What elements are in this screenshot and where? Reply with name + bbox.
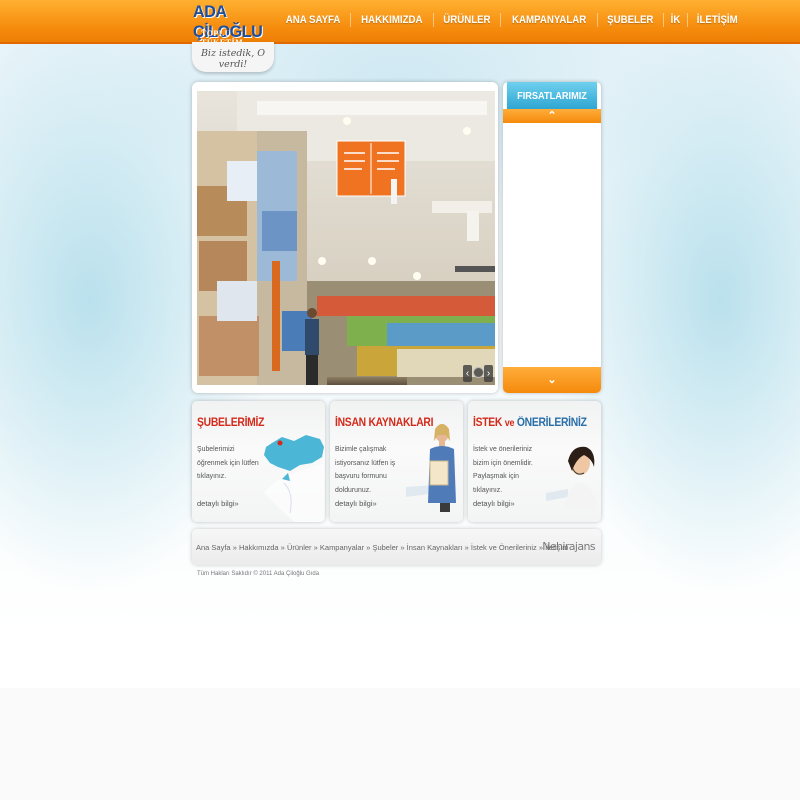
footer-link-insan-kaynaklari[interactable]: İnsan Kaynakları [407, 543, 463, 552]
footer-link-subeler[interactable]: Şubeler [372, 543, 398, 552]
chevron-up-icon: ⌃ [547, 110, 557, 122]
nav-separator [499, 13, 501, 27]
slider-dot[interactable] [473, 367, 484, 378]
slider-next-button[interactable]: › [484, 365, 493, 382]
nav-item-ana-sayfa[interactable]: ANA SAYFA [280, 10, 345, 30]
requests-box[interactable]: İSTEK ve ÖNERİLERİNİZ İstek ve önerileri… [468, 401, 601, 522]
footer-link-kampanyalar[interactable]: Kampanyalar [320, 543, 364, 552]
nav-item-iletisim[interactable]: İLETİŞİM [691, 10, 742, 30]
slider-prev-button[interactable]: ‹ [463, 365, 472, 382]
footer-link-istek-ve-onerileriniz[interactable]: İstek ve Önerileriniz [471, 543, 537, 552]
store-interior-image [197, 91, 495, 385]
nav-item-subeler[interactable]: ŞUBELER [602, 10, 659, 30]
footer-link-urunler[interactable]: Ürünler [287, 543, 312, 552]
nav-separator [350, 13, 352, 27]
footer-link-hakkimizda[interactable]: Hakkımızda [239, 543, 279, 552]
branches-detail-link[interactable]: detaylı bilgi» [197, 499, 239, 508]
footer-separator: » [464, 543, 469, 552]
woman-with-folder-icon [406, 424, 456, 512]
hr-detail-link[interactable]: detaylı bilgi» [335, 499, 377, 508]
woman-with-headset-icon [546, 446, 598, 509]
slogan-tab: Biz istedik, O verdi! [192, 42, 274, 72]
slogan-text: Biz istedik, O verdi! [200, 48, 266, 70]
nav-item-ik[interactable]: İK [665, 10, 685, 30]
deals-panel: FIRSATLARIMIZ ⌃ ⌄ [503, 82, 601, 393]
requests-title-part3: ÖNERİLERİNİZ [516, 417, 587, 429]
requests-detail-link[interactable]: detaylı bilgi» [473, 499, 515, 508]
nav-item-hakkimizda[interactable]: HAKKIMIZDA [356, 10, 428, 30]
nav-item-kampanyalar[interactable]: KAMPANYALAR [506, 10, 591, 30]
footer-separator: » [280, 543, 285, 552]
deals-scroll-up-button[interactable]: ⌃ [503, 109, 601, 123]
footer-separator: » [232, 543, 237, 552]
footer-link-ana-sayfa[interactable]: Ana Sayfa [196, 543, 231, 552]
nav-separator [662, 13, 664, 27]
deals-title: FIRSATLARIMIZ [506, 82, 598, 109]
copyright-text: Tüm Hakları Saklıdır © 2011 Ada Çiloğlu … [197, 571, 320, 577]
requests-title-part1: İSTEK [473, 417, 503, 429]
site-logo[interactable]: ADA ÇİLOĞLU TOPLU TÜKETİM [193, 2, 275, 47]
requests-title-part2: ve [504, 418, 515, 429]
deals-list [503, 123, 601, 364]
nav-separator [432, 13, 434, 27]
nav-separator [596, 13, 598, 27]
page-background-bottom [0, 688, 800, 800]
footer-separator: » [400, 543, 405, 552]
footer-separator: » [366, 543, 371, 552]
image-slider: ‹ › [192, 82, 498, 393]
main-nav: ANA SAYFA HAKKIMIZDA ÜRÜNLER KAMPANYALAR… [276, 10, 746, 30]
nav-separator [686, 13, 688, 27]
chevron-down-icon: ⌄ [547, 374, 557, 386]
footer-bar: Ana Sayfa » Hakkımızda » Ürünler » Kampa… [192, 529, 601, 565]
nav-item-urunler[interactable]: ÜRÜNLER [438, 10, 496, 30]
deals-scroll-down-button[interactable]: ⌄ [503, 367, 601, 393]
requests-text: İstek ve önerileriniz bizim için önemlid… [473, 444, 533, 494]
requests-title: İSTEK ve ÖNERİLERİNİZ [473, 417, 587, 429]
footer-separator: » [313, 543, 318, 552]
header-bar: ADA ÇİLOĞLU TOPLU TÜKETİM ANA SAYFA HAKK… [0, 0, 800, 47]
hr-text: Bizimle çalışmak istiyorsanız lütfen iş … [335, 444, 396, 494]
turkey-map-icon [264, 435, 324, 522]
human-resources-box[interactable]: İNSAN KAYNAKLARI Bizimle çalışmak istiyo… [330, 401, 463, 522]
branches-box[interactable]: ŞUBELERİMİZ Şubelerimizi öğrenmek için l… [192, 401, 325, 522]
agency-logo[interactable]: Nehirajans [542, 540, 595, 553]
slider-photo [197, 91, 495, 385]
footer-links: Ana Sayfa » Hakkımızda » Ürünler » Kampa… [196, 543, 568, 552]
